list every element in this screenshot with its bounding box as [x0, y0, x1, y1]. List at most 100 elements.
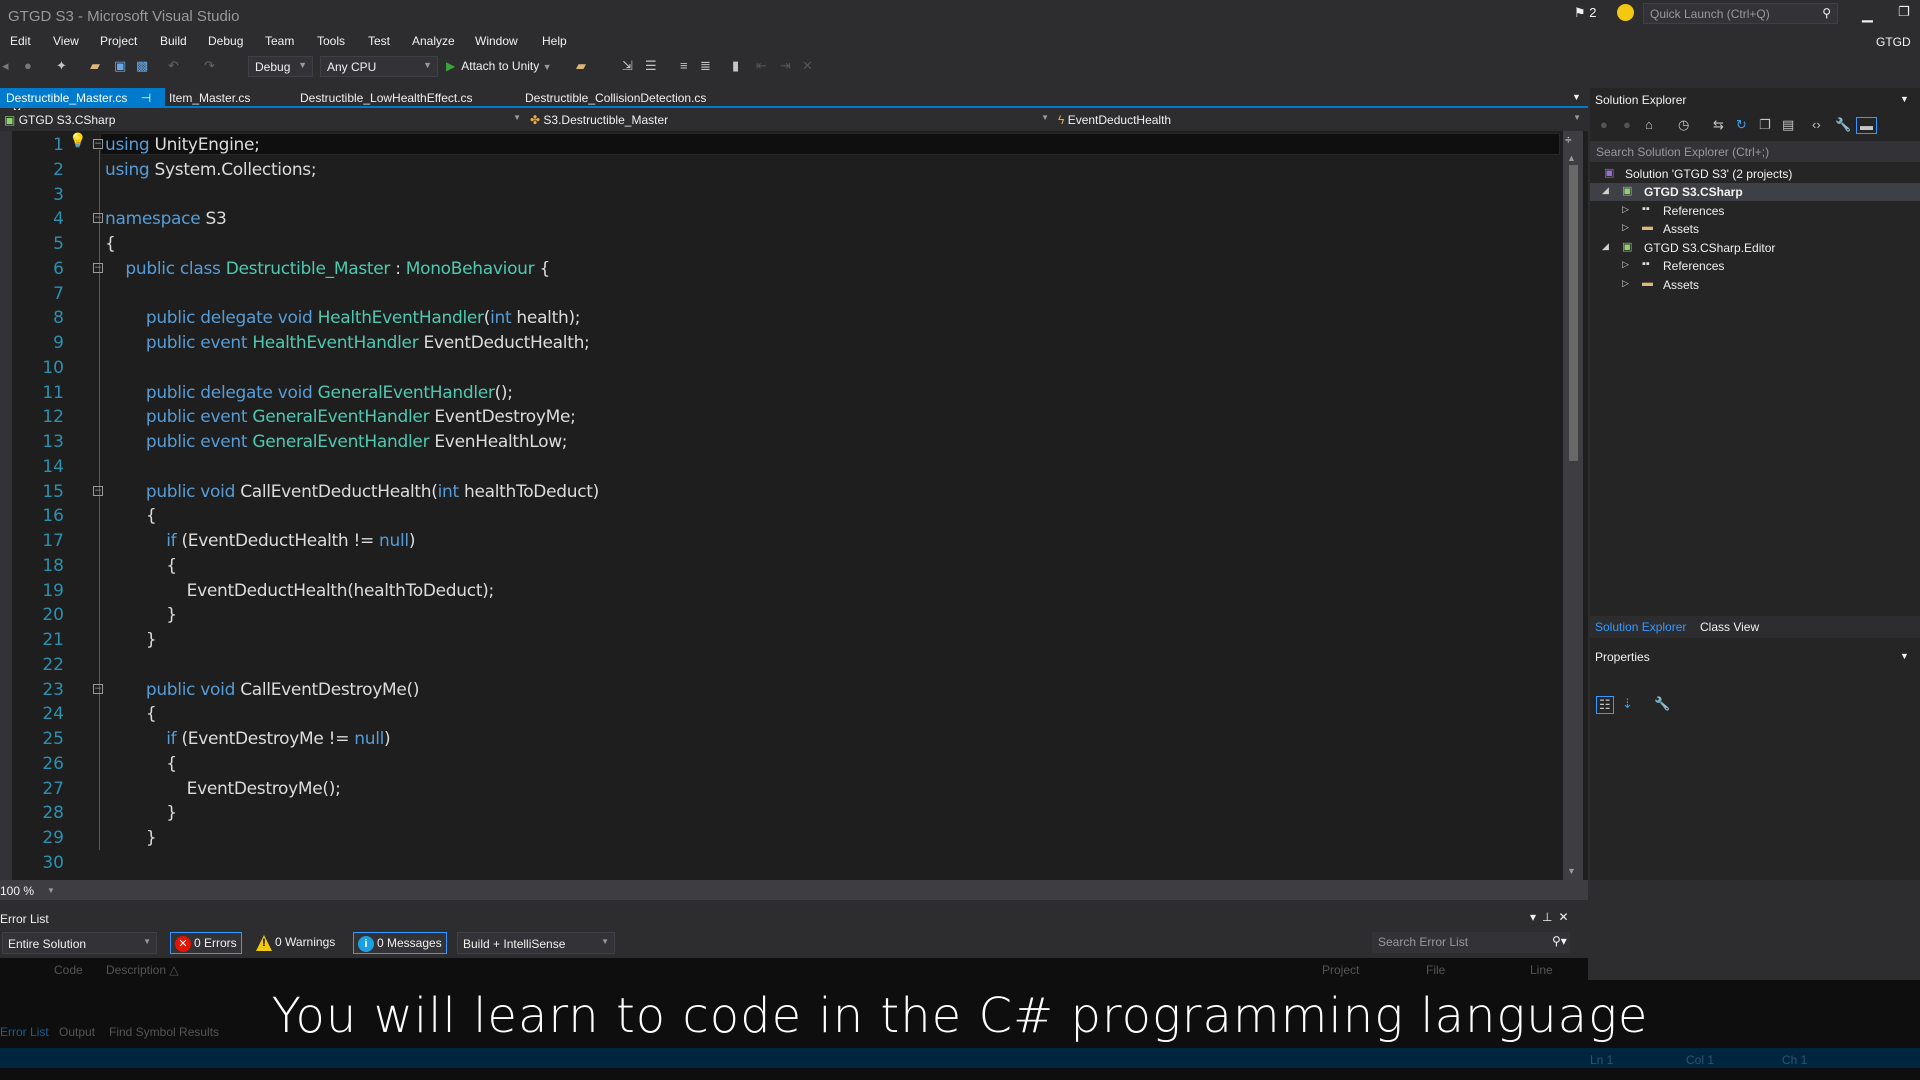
next-bookmark-icon[interactable]: ⇥ — [780, 58, 791, 74]
horizontal-scrollbar[interactable] — [0, 880, 1588, 900]
clear-bookmarks-icon[interactable]: ✕ — [802, 58, 813, 74]
back-icon[interactable]: ● — [1600, 117, 1608, 132]
scope-dropdown[interactable]: Entire Solution ▼ — [2, 932, 157, 954]
home-icon[interactable]: ⌂ — [1645, 117, 1653, 132]
code-line[interactable]: 21 } — [0, 628, 1560, 653]
chevron-down-icon[interactable]: ▼ — [47, 886, 55, 895]
open-file-icon[interactable]: ▰ — [90, 58, 100, 74]
menu-debug[interactable]: Debug — [208, 34, 243, 48]
menu-edit[interactable]: Edit — [10, 34, 31, 48]
find-in-files-icon[interactable]: ▰ — [576, 58, 586, 74]
menu-project[interactable]: Project — [100, 34, 137, 48]
collapse-region-icon[interactable]: − — [93, 139, 103, 149]
tree-item-references[interactable]: ▷ ▪▪ References — [1590, 202, 1920, 220]
code-line[interactable]: 14 — [0, 455, 1560, 480]
code-line[interactable]: 28 } — [0, 801, 1560, 826]
code-line[interactable]: 3 — [0, 183, 1560, 208]
quick-launch-input[interactable]: Quick Launch (Ctrl+Q) ⚲ — [1643, 3, 1838, 24]
scroll-down-arrow-icon[interactable]: ▼ — [1567, 866, 1576, 876]
column-line[interactable]: Line — [1530, 963, 1553, 977]
redo-icon[interactable]: ↷ — [204, 58, 215, 74]
warnings-filter-button[interactable]: ! 0 Warnings — [252, 932, 339, 954]
bookmark-icon[interactable]: ▮ — [732, 58, 739, 74]
code-line[interactable]: 18 { — [0, 554, 1560, 579]
code-line[interactable]: 30 — [0, 851, 1560, 876]
new-project-icon[interactable]: ✦ — [56, 58, 67, 74]
code-line[interactable]: 5{ — [0, 232, 1560, 257]
collapsed-arrow-icon[interactable]: ▷ — [1622, 204, 1629, 215]
tab-class-view[interactable]: Class View — [1700, 620, 1759, 634]
code-line[interactable]: 16 { — [0, 504, 1560, 529]
code-line[interactable]: 26 { — [0, 752, 1560, 777]
code-line[interactable]: 25 if (EventDestroyMe != null) — [0, 727, 1560, 752]
properties-wrench-icon[interactable]: 🔧 — [1835, 117, 1851, 133]
notifications-button[interactable]: ⚑ 2 — [1574, 5, 1597, 21]
collapse-region-icon[interactable]: − — [93, 683, 103, 694]
view-code-icon[interactable]: ‹› — [1812, 117, 1821, 132]
tab-solution-explorer[interactable]: Solution Explorer — [1595, 620, 1686, 634]
collapsed-arrow-icon[interactable]: ▷ — [1622, 222, 1629, 233]
save-icon[interactable]: ▣ — [114, 58, 126, 74]
forward-icon[interactable]: ● — [24, 58, 32, 73]
save-all-icon[interactable]: ▩ — [136, 58, 148, 74]
account-name[interactable]: GTGD — [1876, 35, 1911, 49]
collapse-region-icon[interactable]: − — [93, 213, 103, 224]
collapse-region-icon[interactable]: − — [93, 262, 103, 273]
pin-icon[interactable]: ⊣ — [141, 91, 151, 105]
categorized-icon[interactable]: ☷ — [1596, 696, 1614, 714]
code-line[interactable]: 19 EventDeductHealth(healthToDeduct); — [0, 579, 1560, 604]
panel-options-icon[interactable]: ▼ — [1900, 94, 1909, 104]
tree-item-project-csharp[interactable]: ◢ ▣ GTGD S3.CSharp — [1590, 183, 1920, 201]
build-source-dropdown[interactable]: Build + IntelliSense ▼ — [457, 932, 615, 954]
code-line[interactable]: 23 − public void CallEventDestroyMe() — [0, 678, 1560, 703]
sync-icon[interactable]: ⇆ — [1713, 117, 1724, 133]
split-window-icon[interactable]: ÷ — [1565, 133, 1572, 147]
messages-filter-button[interactable]: i0 Messages — [353, 932, 447, 954]
tab-destructible-collisiondetection[interactable]: Destructible_CollisionDetection.cs — [519, 88, 712, 107]
error-list-search-input[interactable]: Search Error List — [1372, 932, 1570, 953]
menu-view[interactable]: View — [53, 34, 79, 48]
prev-bookmark-icon[interactable]: ⇤ — [756, 58, 767, 74]
tab-destructible-lowhealtheffect[interactable]: Destructible_LowHealthEffect.cs — [294, 88, 479, 107]
back-icon[interactable]: ◂ — [2, 58, 9, 74]
panel-options-icon[interactable]: ▼ — [1900, 651, 1909, 661]
class-view-icon[interactable]: ☰ — [645, 58, 657, 74]
menu-analyze[interactable]: Analyze — [412, 34, 455, 48]
alphabetical-sort-icon[interactable]: ⇣ — [1622, 696, 1633, 712]
column-file[interactable]: File — [1426, 963, 1445, 977]
lightbulb-icon[interactable]: 💡 — [69, 132, 86, 149]
code-line[interactable]: 6 − public class Destructible_Master : Mo… — [0, 257, 1560, 282]
code-line[interactable]: 13 public event GeneralEventHandler Even… — [0, 430, 1560, 455]
step-into-icon[interactable]: ⇲ — [622, 58, 633, 74]
code-line[interactable]: 9 public event HealthEventHandler EventD… — [0, 331, 1560, 356]
solution-explorer-search-input[interactable]: Search Solution Explorer (Ctrl+;) — [1590, 141, 1920, 162]
preview-icon[interactable]: ▬ — [1856, 117, 1877, 134]
tree-item-assets[interactable]: ▷ ▬ Assets — [1590, 276, 1920, 294]
tab-overflow-dropdown[interactable]: ▼ — [1572, 92, 1581, 102]
property-pages-wrench-icon[interactable]: 🔧 — [1654, 696, 1670, 712]
feedback-smiley-icon[interactable] — [1617, 4, 1634, 21]
code-line[interactable]: 27 EventDestroyMe(); — [0, 777, 1560, 802]
code-line[interactable]: 12 public event GeneralEventHandler Even… — [0, 405, 1560, 430]
type-dropdown[interactable]: ✤ S3.Destructible_Master ▼ — [526, 111, 1052, 129]
menu-test[interactable]: Test — [368, 34, 390, 48]
code-line[interactable]: 10 — [0, 356, 1560, 381]
project-dropdown[interactable]: ▣ GTGD S3.CSharp ▼ — [0, 111, 524, 129]
minimize-button[interactable]: ▁ — [1862, 6, 1873, 23]
pin-icon[interactable]: ⊥ — [1542, 910, 1558, 924]
member-dropdown[interactable]: ϟ EventDeductHealth ▼ — [1054, 111, 1584, 129]
code-line[interactable]: 7 — [0, 282, 1560, 307]
show-all-files-icon[interactable]: ▤ — [1782, 117, 1794, 133]
tree-item-assets[interactable]: ▷ ▬ Assets — [1590, 220, 1920, 238]
comment-icon[interactable]: ≡ — [680, 58, 688, 73]
menu-help[interactable]: Help — [542, 34, 567, 48]
code-line[interactable]: 20 } — [0, 603, 1560, 628]
code-line[interactable]: 17 if (EventDeductHealth != null) — [0, 529, 1560, 554]
column-project[interactable]: Project — [1322, 963, 1359, 977]
code-line[interactable]: 15 − public void CallEventDeductHealth(in… — [0, 480, 1560, 505]
column-description[interactable]: Description △ — [106, 963, 179, 977]
close-icon[interactable]: ✕ — [1558, 910, 1574, 924]
menu-team[interactable]: Team — [265, 34, 294, 48]
pending-changes-icon[interactable]: ◷ — [1678, 117, 1689, 133]
platform-dropdown[interactable]: Any CPU ▼ — [320, 56, 438, 77]
